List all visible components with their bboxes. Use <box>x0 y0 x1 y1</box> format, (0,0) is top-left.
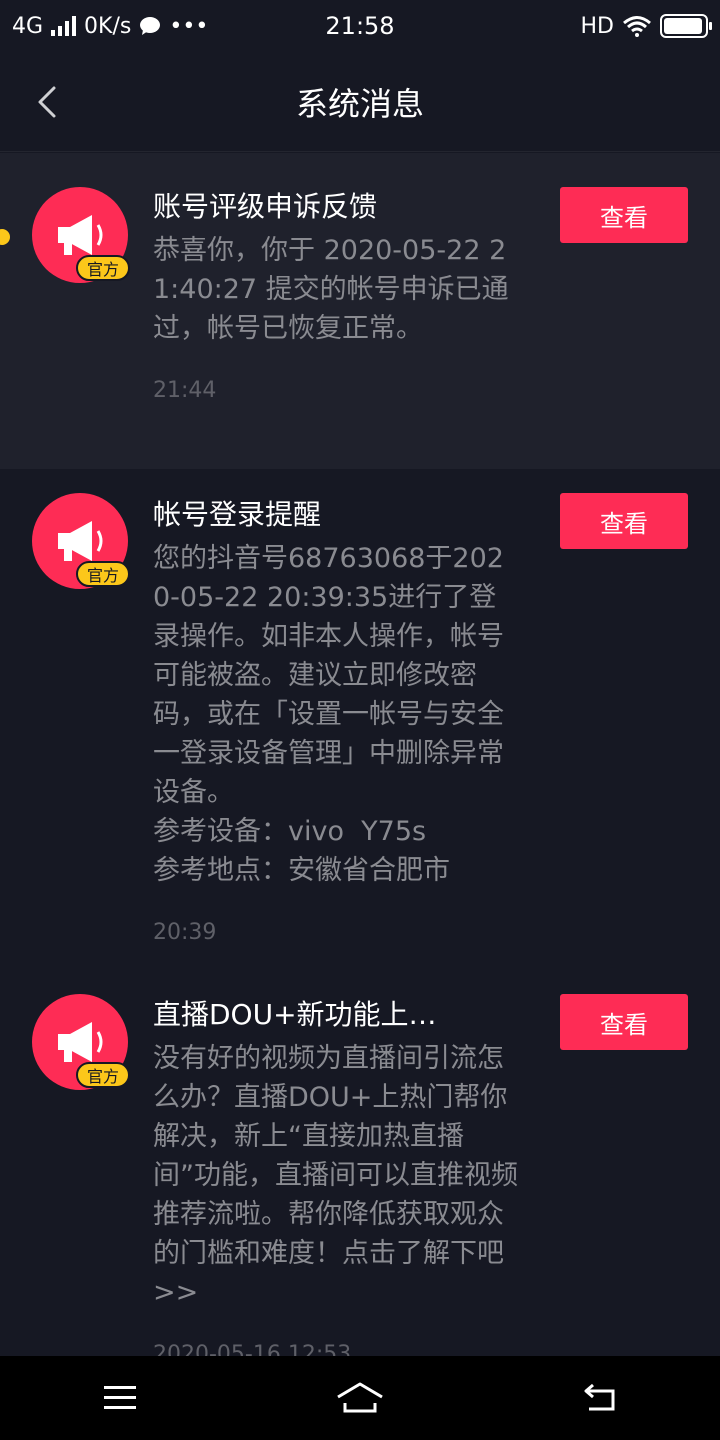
view-button[interactable]: 查看 <box>560 493 688 549</box>
return-icon <box>584 1383 615 1411</box>
official-badge: 官方 <box>76 255 130 281</box>
navigation-bar <box>0 1356 720 1440</box>
menu-icon <box>104 1386 136 1409</box>
message-content: 账号评级申诉反馈 恭喜你，你于 2020-05-22 21:40:27 提交的帐… <box>153 187 518 406</box>
message-body: 没有好的视频为直播间引流怎么办？直播DOU+上热门帮你解决，新上“直接加热直播间… <box>153 1043 518 1308</box>
message-body: 您的抖音号68763068于2020-05-22 20:39:35进行了登录操作… <box>153 543 504 886</box>
status-left: 4G 0K/s ••• <box>12 14 208 39</box>
nav-menu-button[interactable] <box>80 1368 160 1428</box>
message-content: 帐号登录提醒 您的抖音号68763068于2020-05-22 20:39:35… <box>153 495 518 948</box>
message-body: 恭喜你，你于 2020-05-22 21:40:27 提交的帐号申诉已通过，帐号… <box>153 235 509 344</box>
message-item[interactable]: 官方 账号评级申诉反馈 恭喜你，你于 2020-05-22 21:40:27 提… <box>0 153 720 469</box>
message-content: 直播DOU+新功能上… 没有好的视频为直播间引流怎么办？直播DOU+上热门帮你解… <box>153 995 518 1356</box>
megaphone-icon <box>58 1022 103 1062</box>
message-title: 帐号登录提醒 <box>153 498 322 531</box>
network-speed: 0K/s <box>84 13 132 39</box>
message-item[interactable]: 官方 直播DOU+新功能上… 没有好的视频为直播间引流怎么办？直播DOU+上热门… <box>0 969 720 1356</box>
status-right: HD <box>580 13 712 39</box>
official-badge: 官方 <box>76 561 130 587</box>
nav-home-button[interactable] <box>320 1368 400 1428</box>
official-avatar[interactable]: 官方 <box>32 493 130 589</box>
network-type: 4G <box>12 13 44 39</box>
message-list[interactable]: 官方 账号评级申诉反馈 恭喜你，你于 2020-05-22 21:40:27 提… <box>0 153 720 1356</box>
hd-indicator: HD <box>580 13 614 39</box>
message-time: 2020-05-16 12:53 <box>153 1342 352 1356</box>
view-button[interactable]: 查看 <box>560 994 688 1050</box>
message-title: 直播DOU+新功能上… <box>153 998 437 1031</box>
official-avatar[interactable]: 官方 <box>32 187 130 283</box>
signal-icon <box>51 16 77 36</box>
megaphone-icon <box>58 215 103 255</box>
unread-dot <box>0 229 10 245</box>
title-bar: 系统消息 <box>0 52 720 152</box>
page-title: 系统消息 <box>295 84 424 123</box>
nav-back-button[interactable] <box>560 1368 640 1428</box>
official-badge: 官方 <box>76 1062 130 1088</box>
battery-level <box>664 18 702 34</box>
battery-icon <box>660 14 712 38</box>
chat-bubble-icon <box>140 17 161 35</box>
chevron-left-icon[interactable] <box>30 82 70 122</box>
message-time: 21:44 <box>153 378 217 403</box>
wifi-icon <box>623 16 651 37</box>
view-button[interactable]: 查看 <box>560 187 688 243</box>
home-icon <box>337 1382 383 1413</box>
message-title: 账号评级申诉反馈 <box>153 190 378 223</box>
official-avatar[interactable]: 官方 <box>32 994 130 1090</box>
megaphone-icon <box>58 521 103 561</box>
more-notifications-icon: ••• <box>169 13 209 39</box>
message-time: 20:39 <box>153 920 217 945</box>
message-item[interactable]: 官方 帐号登录提醒 您的抖音号68763068于2020-05-22 20:39… <box>0 469 720 969</box>
status-bar: 4G 0K/s ••• 21:58 HD <box>0 0 720 52</box>
